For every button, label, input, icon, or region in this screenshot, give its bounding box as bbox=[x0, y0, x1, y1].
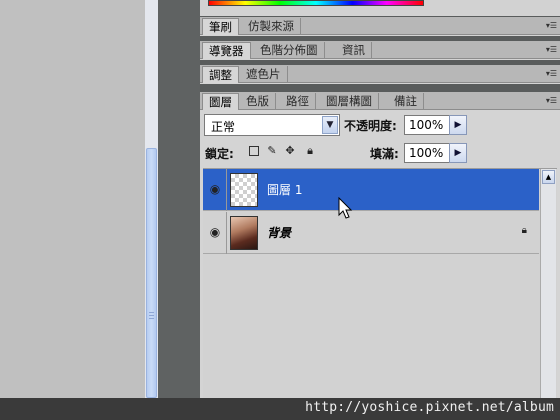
tab-clone-source[interactable]: 仿製來源 bbox=[242, 18, 301, 35]
tab-adjustments[interactable]: 調整 bbox=[202, 66, 239, 83]
eye-separator bbox=[226, 212, 227, 254]
panel-menu-icon[interactable]: ▾☰ bbox=[541, 45, 557, 55]
layers-panel: 圖層 色版 路徑 圖層構圖 備註 ▾☰ 正常 ▼ 不透明度: 100% ▶ 鎖定… bbox=[200, 92, 560, 399]
tab-notes[interactable]: 備註 bbox=[388, 93, 424, 110]
panel-menu-icon[interactable]: ▾☰ bbox=[541, 21, 557, 31]
dropdown-arrow-icon[interactable]: ▼ bbox=[322, 116, 338, 134]
opacity-label: 不透明度: bbox=[344, 119, 397, 133]
brush-tabbar: 筆刷 仿製來源 ▾☰ bbox=[200, 17, 560, 35]
scroll-up-icon[interactable]: ▲ bbox=[542, 170, 555, 184]
layers-tabbar: 圖層 色版 路徑 圖層構圖 備註 ▾☰ bbox=[200, 92, 560, 110]
lock-fill-row: 鎖定: ✎ ✥ 🔒︎ 填滿: 100% ▶ bbox=[204, 142, 556, 164]
brush-panel-group: 筆刷 仿製來源 ▾☰ bbox=[200, 17, 560, 36]
fill-slider-button[interactable]: ▶ bbox=[449, 143, 467, 163]
tab-channels[interactable]: 色版 bbox=[240, 93, 276, 110]
tab-masks[interactable]: 遮色片 bbox=[240, 66, 288, 83]
layer-name[interactable]: 圖層 1 bbox=[267, 181, 302, 198]
fill-label: 填滿: bbox=[370, 147, 399, 161]
blend-mode-value: 正常 bbox=[211, 120, 236, 134]
opacity-slider-button[interactable]: ▶ bbox=[449, 115, 467, 135]
tab-layer-comps[interactable]: 圖層構圖 bbox=[320, 93, 379, 110]
fill-input[interactable]: 100% bbox=[404, 143, 450, 163]
lock-icon: 🔒︎ bbox=[521, 225, 527, 236]
blend-opacity-row: 正常 ▼ 不透明度: 100% ▶ bbox=[204, 114, 556, 136]
tab-navigator[interactable]: 導覽器 bbox=[202, 42, 251, 59]
lock-icon[interactable]: 🔒︎ bbox=[304, 145, 316, 157]
panel-dock-divider bbox=[158, 0, 200, 398]
adjustments-tabbar: 調整 遮色片 ▾☰ bbox=[200, 65, 560, 83]
arrow-right-icon: ▶ bbox=[454, 120, 462, 130]
eye-separator bbox=[226, 169, 227, 211]
panel-menu-icon[interactable]: ▾☰ bbox=[541, 96, 557, 106]
panel-dock: 筆刷 仿製來源 ▾☰ 導覽器 色階分佈圖 資訊 ▾☰ 調整 遮色片 ▾☰ 圖層 … bbox=[200, 0, 560, 399]
eye-icon[interactable]: ◉ bbox=[206, 182, 224, 196]
watermark-bar: http://yoshice.pixnet.net/album bbox=[0, 398, 560, 420]
canvas-area[interactable] bbox=[0, 0, 145, 398]
lock-label: 鎖定: bbox=[205, 147, 234, 161]
tab-paths[interactable]: 路徑 bbox=[280, 93, 316, 110]
adjustments-panel-group: 調整 遮色片 ▾☰ bbox=[200, 65, 560, 84]
layer-name[interactable]: 背景 bbox=[267, 224, 291, 241]
mouse-cursor-icon bbox=[338, 197, 353, 219]
canvas-scrollbar-thumb[interactable] bbox=[146, 148, 157, 398]
move-icon[interactable]: ✥ bbox=[284, 145, 296, 157]
lock-transparent-icon[interactable] bbox=[249, 146, 259, 156]
layer-list: ◉ 圖層 1 ◉ 背景 🔒︎ ▲ bbox=[203, 168, 557, 399]
tab-layers[interactable]: 圖層 bbox=[202, 93, 239, 110]
opacity-input[interactable]: 100% bbox=[404, 115, 450, 135]
layer-list-scrollbar[interactable]: ▲ bbox=[540, 169, 556, 399]
layer-thumbnail bbox=[230, 173, 258, 207]
layer-thumbnail bbox=[230, 216, 258, 250]
color-panel bbox=[200, 0, 560, 16]
brush-icon[interactable]: ✎ bbox=[266, 145, 278, 157]
navigator-panel-group: 導覽器 色階分佈圖 資訊 ▾☰ bbox=[200, 41, 560, 60]
eye-icon[interactable]: ◉ bbox=[206, 225, 224, 239]
arrow-right-icon: ▶ bbox=[454, 148, 462, 158]
tab-brush[interactable]: 筆刷 bbox=[202, 18, 239, 35]
blend-mode-select[interactable]: 正常 ▼ bbox=[204, 114, 340, 136]
tab-info[interactable]: 資訊 bbox=[336, 42, 372, 59]
scrollbar-grip-icon bbox=[149, 312, 154, 320]
panel-menu-icon[interactable]: ▾☰ bbox=[541, 69, 557, 79]
watermark-text: http://yoshice.pixnet.net/album bbox=[305, 400, 554, 415]
navigator-tabbar: 導覽器 色階分佈圖 資訊 ▾☰ bbox=[200, 41, 560, 59]
layer-row[interactable]: ◉ 圖層 1 bbox=[203, 169, 539, 211]
color-spectrum[interactable] bbox=[208, 0, 424, 6]
layer-row[interactable]: ◉ 背景 🔒︎ bbox=[203, 212, 539, 254]
tab-histogram[interactable]: 色階分佈圖 bbox=[254, 42, 325, 59]
